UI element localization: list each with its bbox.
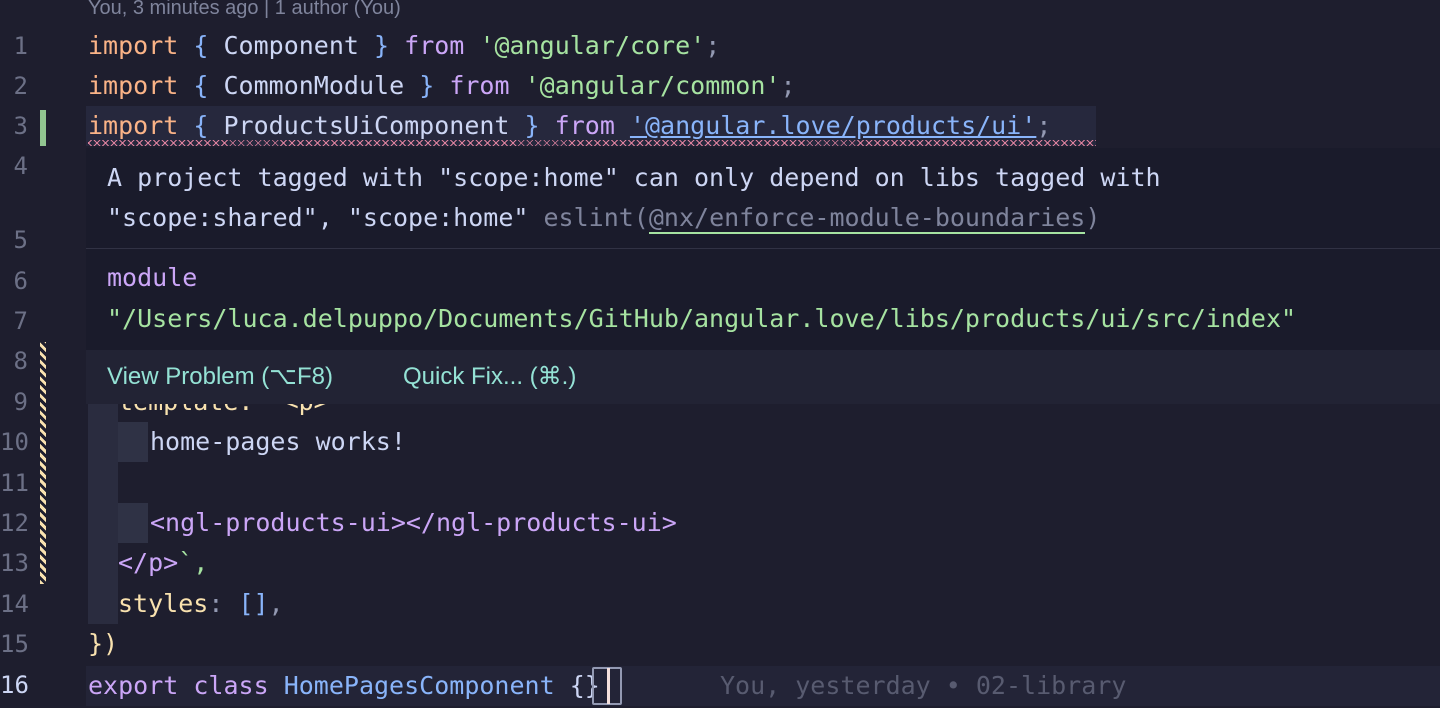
- hover-divider: [86, 248, 1440, 249]
- indent-guide: [118, 422, 148, 462]
- line-number: 8: [13, 347, 28, 375]
- array: []: [238, 589, 269, 618]
- keyword: from: [404, 31, 465, 60]
- identifier: CommonModule: [223, 71, 405, 100]
- brace: }: [524, 111, 540, 140]
- semicolon: ;: [780, 71, 796, 100]
- inline-blame[interactable]: You, yesterday • 02-library: [720, 666, 1126, 706]
- template-end: `,: [178, 548, 209, 577]
- code-line-16[interactable]: export class HomePagesComponent {}: [88, 666, 600, 706]
- property: styles: [118, 589, 209, 618]
- line-number: 2: [13, 72, 28, 100]
- line-number: 1: [13, 32, 28, 60]
- text-cursor: [607, 668, 610, 704]
- line-number: 9: [13, 388, 28, 416]
- string: '@angular/core': [479, 31, 706, 60]
- keyword: import: [88, 71, 179, 100]
- colon: :: [208, 589, 224, 618]
- html-tag: <ngl-products-ui>: [150, 508, 406, 537]
- view-problem-button[interactable]: View Problem (⌥F8): [107, 360, 333, 394]
- code-line-2[interactable]: import { CommonModule } from '@angular/c…: [88, 66, 796, 106]
- hover-module-keyword: module: [107, 258, 197, 298]
- error-message-line1: A project tagged with "scope:home" can o…: [107, 163, 1161, 192]
- line-number: 13: [0, 549, 29, 577]
- brace: {: [193, 31, 209, 60]
- code-line-10[interactable]: home-pages works!: [150, 422, 406, 462]
- line-number: 3: [13, 112, 28, 140]
- eslint-suffix: ): [1085, 203, 1101, 232]
- comma: ,: [268, 589, 284, 618]
- keyword: from: [449, 71, 510, 100]
- hover-error-message: A project tagged with "scope:home" can o…: [107, 158, 1427, 238]
- brace: {: [193, 111, 209, 140]
- line-number: 12: [0, 509, 29, 537]
- gutter-modified-marker[interactable]: [40, 342, 46, 584]
- brace: }: [374, 31, 390, 60]
- code-line-13[interactable]: </p>`,: [118, 543, 208, 583]
- identifier: ProductsUiComponent: [223, 111, 510, 140]
- import-path-link[interactable]: '@angular.love/products/ui': [630, 111, 1036, 140]
- line-number: 11: [0, 469, 29, 497]
- html-tag: </ngl-products-ui>: [405, 508, 677, 537]
- line-number: 6: [13, 267, 28, 295]
- hover-module-path: "/Users/luca.delpuppo/Documents/GitHub/a…: [107, 299, 1296, 339]
- line-number: 5: [13, 226, 28, 254]
- keyword: from: [554, 111, 615, 140]
- line-number: 7: [13, 307, 28, 335]
- module-path-string: "/Users/luca.delpuppo/Documents/GitHub/a…: [107, 304, 1297, 333]
- line-number: 10: [0, 428, 29, 456]
- code-line-15[interactable]: }): [88, 624, 118, 664]
- brace: }: [419, 71, 435, 100]
- indent-guide: [88, 382, 118, 624]
- eslint-rule-link[interactable]: @nx/enforce-module-boundaries: [648, 203, 1086, 234]
- keyword: import: [88, 31, 179, 60]
- module-keyword: module: [107, 263, 198, 292]
- brace: {: [193, 71, 209, 100]
- code-text: home-pages works!: [150, 427, 406, 456]
- code-line-12[interactable]: <ngl-products-ui></ngl-products-ui>: [150, 503, 677, 543]
- identifier: Component: [223, 31, 359, 60]
- semicolon: ;: [705, 31, 721, 60]
- string: '@angular/common': [524, 71, 781, 100]
- code-line-14[interactable]: styles: [],: [118, 584, 284, 624]
- codelens-blame[interactable]: You, 3 minutes ago | 1 author (You): [88, 0, 401, 23]
- error-squiggle: [88, 140, 1096, 146]
- html-tag: </p>: [118, 548, 179, 577]
- eslint-prefix: eslint(: [543, 203, 649, 232]
- indent-guide: [118, 503, 148, 543]
- class-name: HomePagesComponent: [283, 671, 555, 700]
- line-number: 14: [0, 590, 29, 618]
- line-number: 15: [0, 630, 29, 658]
- error-message-line2: "scope:shared", "scope:home": [107, 203, 544, 232]
- keyword: import: [88, 111, 179, 140]
- line-number-active: 16: [0, 671, 29, 699]
- quick-fix-button[interactable]: Quick Fix... (⌘.): [403, 360, 576, 394]
- semicolon: ;: [1036, 111, 1052, 140]
- gutter-added-marker[interactable]: [40, 110, 46, 146]
- keyword: export: [88, 671, 179, 700]
- decorator-close: }): [88, 629, 119, 658]
- code-line-1[interactable]: import { Component } from '@angular/core…: [88, 26, 720, 66]
- line-number: 4: [13, 152, 28, 180]
- keyword: class: [193, 671, 269, 700]
